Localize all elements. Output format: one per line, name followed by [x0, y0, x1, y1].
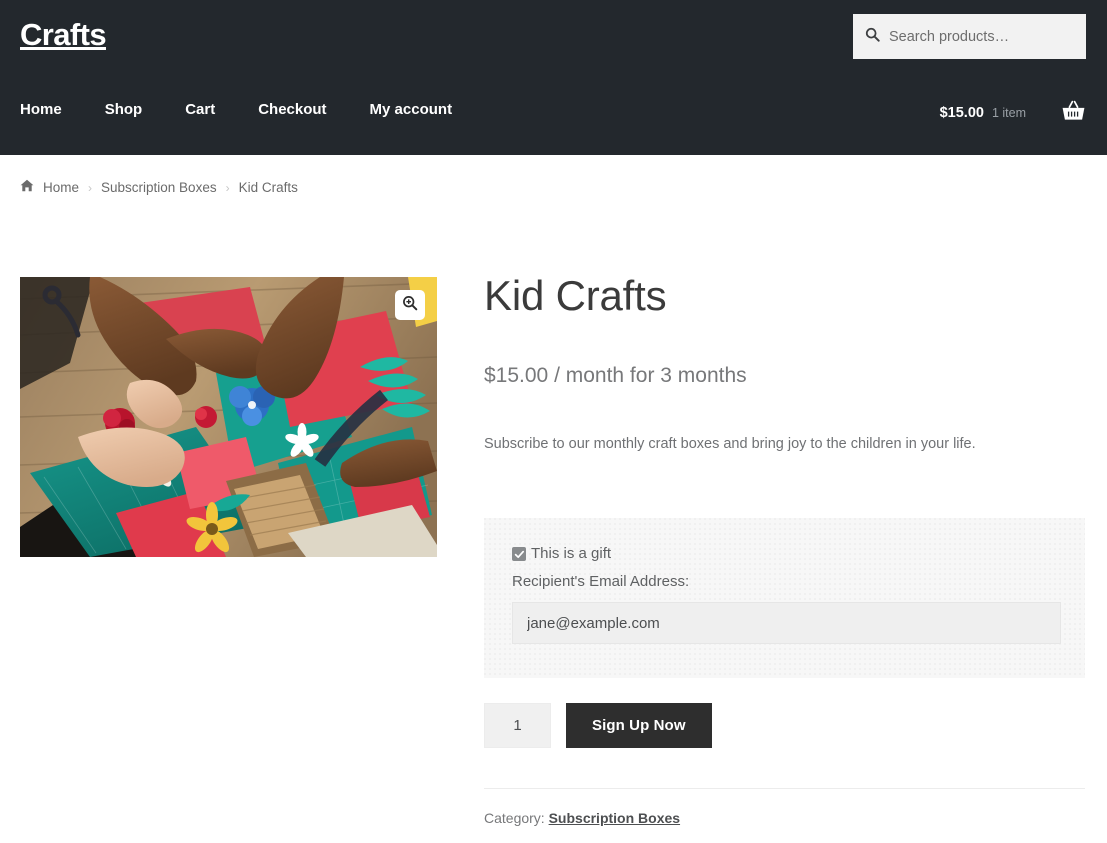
gift-checkbox-label: This is a gift — [531, 545, 612, 562]
nav-item-cart[interactable]: Cart — [185, 100, 215, 120]
search-input[interactable] — [889, 28, 1076, 45]
recipient-email-label: Recipient's Email Address: — [512, 573, 690, 590]
shopping-basket-icon[interactable] — [1061, 100, 1086, 127]
meta-divider — [484, 788, 1085, 789]
product-short-description: Subscribe to our monthly craft boxes and… — [484, 436, 976, 452]
nav-item-checkout[interactable]: Checkout — [258, 100, 326, 120]
nav-item-my-account[interactable]: My account — [370, 100, 453, 120]
main-navigation: Home Shop Cart Checkout My account — [20, 100, 452, 120]
product-gallery[interactable] — [20, 277, 437, 557]
breadcrumb-item-subscription-boxes[interactable]: Subscription Boxes — [101, 179, 217, 197]
gift-checkbox-row[interactable]: This is a gift — [512, 545, 1057, 563]
gift-checkbox[interactable] — [512, 547, 526, 561]
search-form[interactable] — [853, 14, 1086, 59]
cart-total-amount: $15.00 — [939, 105, 984, 121]
product-page: Crafts Home Shop Cart Checkout My accoun… — [0, 0, 1107, 843]
product-image[interactable] — [20, 277, 437, 557]
nav-item-home[interactable]: Home — [20, 100, 62, 120]
sign-up-now-button[interactable]: Sign Up Now — [566, 703, 712, 748]
breadcrumb-separator: › — [88, 181, 93, 195]
recipient-email-input[interactable] — [512, 602, 1061, 644]
breadcrumb-item-current: Kid Crafts — [238, 180, 298, 195]
product-summary: Kid Crafts $15.00 / month for 3 months S… — [484, 270, 1085, 455]
breadcrumb: Home › Subscription Boxes › Kid Crafts — [20, 179, 298, 197]
gift-options-panel: This is a gift Recipient's Email Address… — [484, 518, 1085, 678]
breadcrumb-item-home[interactable]: Home — [43, 179, 79, 197]
magnifier-plus-icon — [402, 295, 418, 316]
category-link[interactable]: Subscription Boxes — [549, 810, 680, 826]
home-icon — [20, 179, 34, 197]
product-title: Kid Crafts — [484, 272, 667, 319]
product-meta: Category: Subscription Boxes — [484, 808, 680, 828]
add-to-cart-form: Sign Up Now — [484, 703, 712, 748]
site-title[interactable]: Crafts — [20, 16, 107, 54]
quantity-input[interactable] — [484, 703, 551, 748]
nav-item-shop[interactable]: Shop — [105, 100, 143, 120]
search-icon — [865, 27, 880, 47]
cart-summary[interactable]: $15.00 1 item — [940, 100, 1086, 126]
image-zoom-button[interactable] — [395, 290, 425, 320]
category-label: Category: — [484, 810, 545, 826]
breadcrumb-separator: › — [225, 181, 230, 195]
product-price: $15.00 / month for 3 months — [484, 364, 747, 387]
cart-item-count: 1 item — [991, 106, 1026, 120]
site-header: Crafts Home Shop Cart Checkout My accoun… — [0, 0, 1107, 155]
